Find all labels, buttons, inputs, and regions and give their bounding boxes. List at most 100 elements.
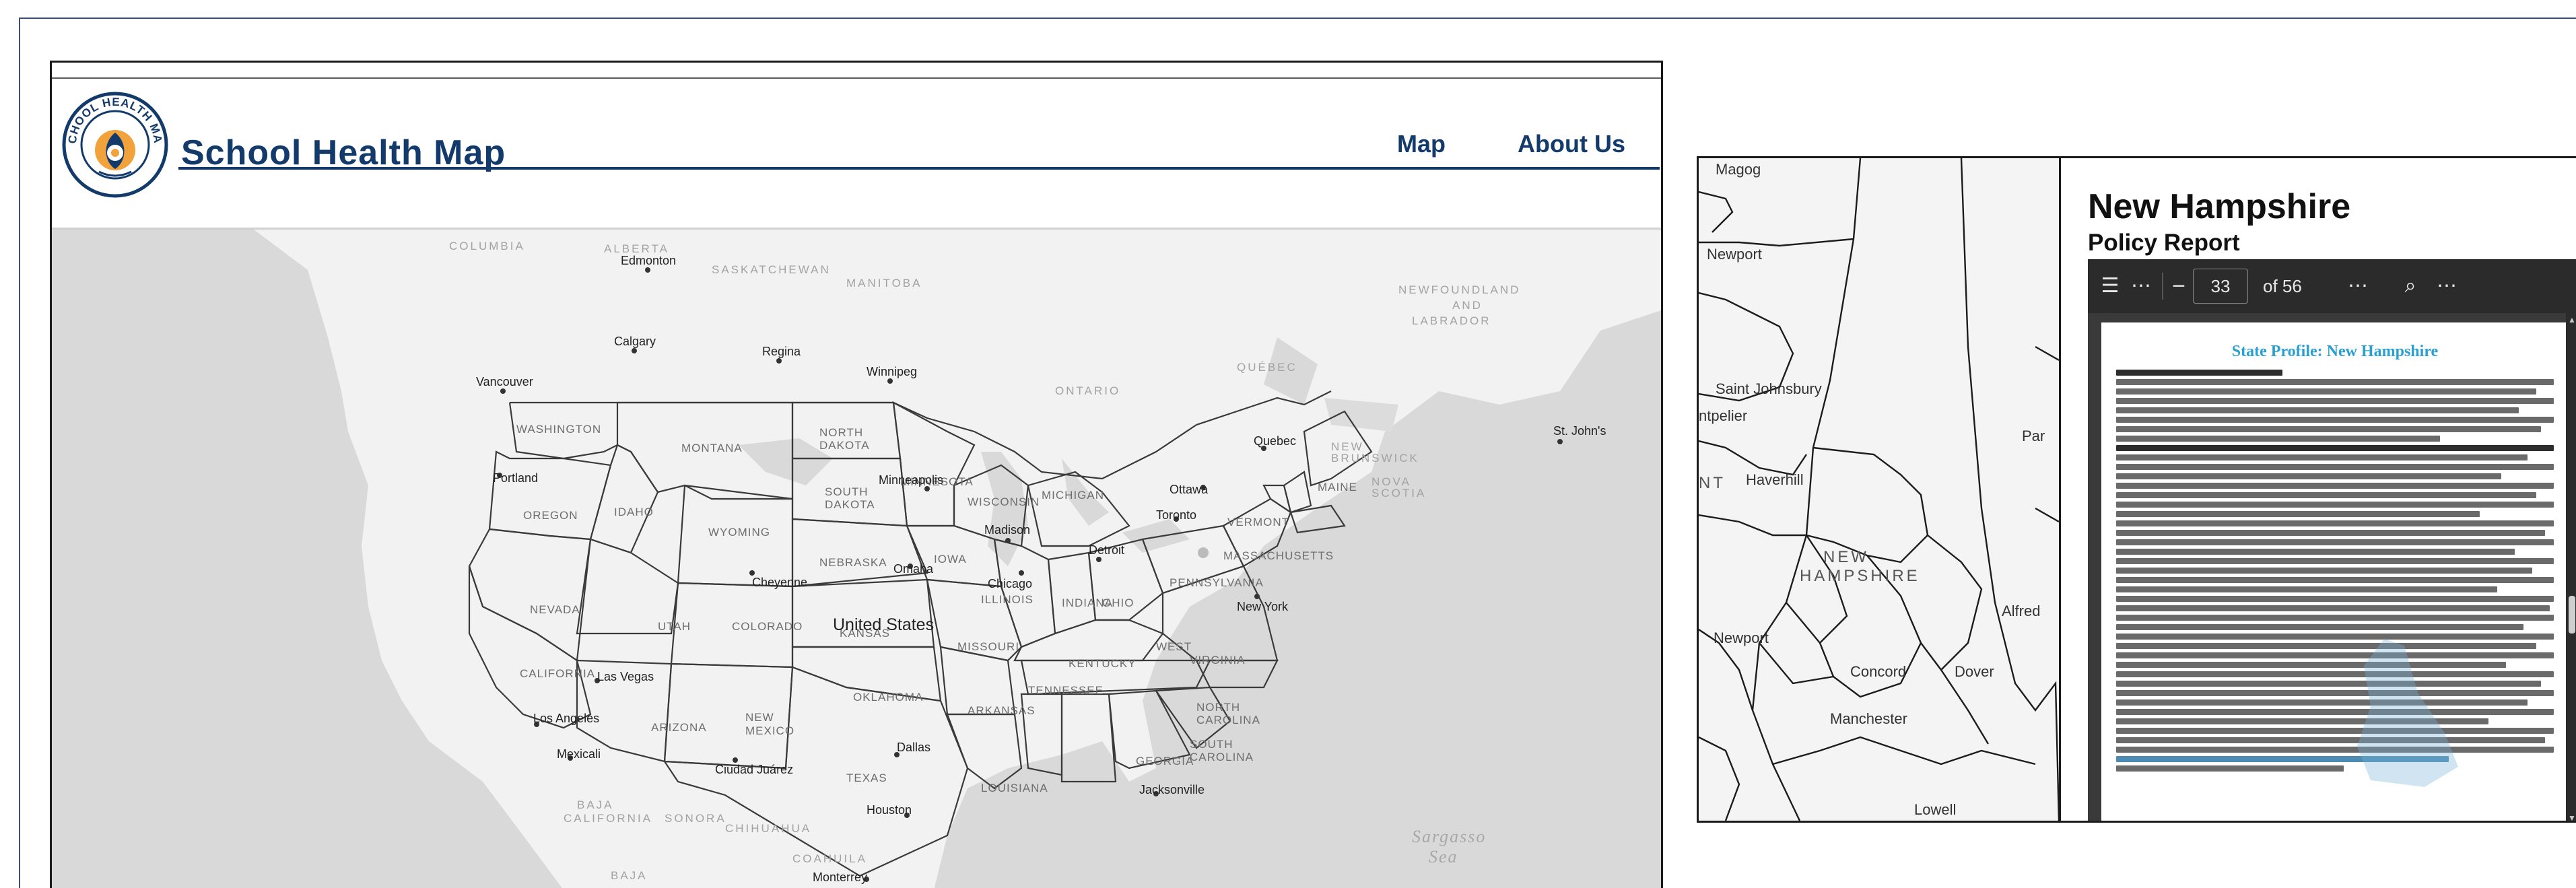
- state-label: MASSACHUSETTS: [1223, 549, 1334, 562]
- report-subtitle: Policy Report: [2088, 230, 2240, 256]
- state-label: IOWA: [934, 553, 967, 566]
- state-detail-map[interactable]: Magog Newport Saint Johnsbury ntpelier N…: [1699, 158, 2061, 821]
- city-label: Newport: [1707, 246, 1762, 263]
- outline-icon[interactable]: ☰: [2095, 259, 2126, 313]
- state-label: DAKOTA: [819, 439, 870, 452]
- state-label: COLORADO: [732, 620, 803, 633]
- region-label: COAHUILA: [792, 852, 867, 865]
- city-label: Minneapolis: [879, 473, 943, 487]
- region-label: QUÉBEC: [1237, 361, 1297, 374]
- site-window: SCHOOL HEALTH MAP School Health Map Map …: [50, 61, 1663, 888]
- city-label: Concord: [1850, 663, 1906, 680]
- state-label: MICHIGAN: [1042, 489, 1104, 502]
- city-label: Haverhill: [1746, 471, 1804, 488]
- city-label: Chicago: [988, 577, 1032, 590]
- city-label: Dallas: [897, 741, 930, 754]
- state-label: WEST: [1156, 640, 1192, 653]
- scroll-thumb[interactable]: [2569, 596, 2575, 634]
- city-label: Los Angeles: [533, 712, 599, 725]
- state-label: WISCONSIN: [968, 496, 1040, 508]
- state-label: PENNSYLVANIA: [1170, 576, 1264, 589]
- pdf-page-title: State Profile: New Hampshire: [2231, 343, 2439, 360]
- state-title: New Hampshire: [2088, 187, 2351, 226]
- region-label: SASKATCHEWAN: [712, 263, 831, 276]
- nav-divider: [178, 167, 1660, 170]
- zoom-out-icon[interactable]: −: [2163, 259, 2194, 313]
- city-label: Dover: [1955, 663, 1994, 680]
- city-label: Mexicali: [557, 747, 601, 761]
- header-top-rule: [52, 77, 1661, 79]
- state-label: OHIO: [1102, 596, 1134, 609]
- nav-about-link[interactable]: About Us: [1518, 130, 1625, 158]
- state-label: TENNESSEE: [1028, 684, 1104, 697]
- state-label: CALIFORNIA: [520, 667, 595, 680]
- state-label: IDAHO: [614, 506, 654, 518]
- state-label: NEVADA: [530, 603, 580, 616]
- city-label: Las Vegas: [597, 670, 654, 683]
- city-label: Newport: [1714, 629, 1769, 646]
- state-label: NEW: [1823, 548, 1869, 566]
- region-label: LABRADOR: [1412, 314, 1491, 327]
- state-label: OKLAHOMA: [853, 691, 923, 704]
- region-label: SCOTIA: [1371, 487, 1426, 500]
- region-label: CALIFORNIA: [564, 812, 652, 825]
- us-map[interactable]: COLUMBIA ALBERTA SASKATCHEWAN MANITOBA O…: [52, 230, 1661, 888]
- nh-map-canvas[interactable]: Magog Newport Saint Johnsbury ntpelier N…: [1699, 158, 2059, 821]
- city-label: Saint Johnsbury: [1716, 380, 1822, 397]
- region-label: BRUNSWICK: [1331, 452, 1419, 465]
- state-label: UTAH: [658, 620, 691, 633]
- scroll-down-icon[interactable]: ▼: [2568, 814, 2576, 821]
- city-label: ntpelier: [1699, 407, 1747, 424]
- map-canvas[interactable]: COLUMBIA ALBERTA SASKATCHEWAN MANITOBA O…: [52, 230, 1661, 888]
- pdf-viewer[interactable]: ☰ ⋯ − of 56 ⋯ ⌕ ⋯ State Profile: New Ham…: [2088, 259, 2576, 821]
- state-label: WYOMING: [708, 526, 770, 539]
- state-label: SOUTH: [825, 485, 869, 498]
- state-label: ARIZONA: [651, 721, 707, 734]
- state-label: MISSOURI: [957, 640, 1019, 653]
- state-label: SOUTH: [1190, 738, 1233, 751]
- pdf-body-text: [2116, 370, 2554, 775]
- city-label: Quebec: [1254, 434, 1296, 448]
- city-label: Portland: [493, 471, 538, 485]
- city-label: Vancouver: [476, 375, 533, 388]
- state-label: ILLINOIS: [981, 593, 1033, 606]
- city-label: Toronto: [1156, 508, 1196, 522]
- pdf-toolbar: ☰ ⋯ − of 56 ⋯ ⌕ ⋯: [2088, 259, 2576, 313]
- sea-label: Sargasso: [1412, 827, 1486, 846]
- city-label: Calgary: [614, 335, 656, 348]
- state-label: CAROLINA: [1190, 751, 1254, 763]
- city-label: Par: [2022, 428, 2045, 444]
- site-header: SCHOOL HEALTH MAP School Health Map Map …: [52, 63, 1661, 230]
- region-label: BAJA: [611, 869, 648, 882]
- more-icon[interactable]: ⋯: [2126, 259, 2157, 313]
- city-label: Jacksonville: [1139, 783, 1205, 796]
- city-label: Madison: [984, 523, 1030, 537]
- search-icon[interactable]: ⌕: [2395, 259, 2426, 313]
- site-logo[interactable]: SCHOOL HEALTH MAP: [61, 91, 169, 199]
- state-label: NT: [1699, 474, 1726, 492]
- region-label: SONORA: [665, 812, 726, 825]
- country-label: United States: [833, 615, 934, 634]
- more-options-icon[interactable]: ⋯: [2342, 259, 2373, 313]
- state-watermark-icon: [2357, 639, 2458, 787]
- city-label: New York: [1237, 600, 1289, 613]
- city-label: Houston: [867, 803, 912, 817]
- nav-map-link[interactable]: Map: [1397, 130, 1446, 158]
- city-label: Ottawa: [1170, 483, 1209, 496]
- pdf-scrollbar[interactable]: ▲ ▼: [2566, 313, 2576, 821]
- state-label: GEORGIA: [1136, 755, 1194, 767]
- city-label: Lowell: [1914, 801, 1956, 818]
- page-number-input[interactable]: [2193, 269, 2248, 304]
- region-label: BAJA: [577, 798, 614, 811]
- state-label: NORTH: [819, 426, 863, 439]
- region-label: COLUMBIA: [449, 240, 525, 252]
- region-label: MANITOBA: [846, 277, 922, 289]
- scroll-up-icon[interactable]: ▲: [2568, 316, 2576, 324]
- state-label: CAROLINA: [1196, 714, 1260, 726]
- overflow-menu-icon[interactable]: ⋯: [2431, 259, 2462, 313]
- city-label: Manchester: [1830, 710, 1907, 727]
- state-label: VIRGINIA: [1190, 654, 1246, 667]
- state-label: NEBRASKA: [819, 556, 887, 569]
- state-label: DAKOTA: [825, 498, 875, 511]
- city-label: Alfred: [2002, 603, 2040, 619]
